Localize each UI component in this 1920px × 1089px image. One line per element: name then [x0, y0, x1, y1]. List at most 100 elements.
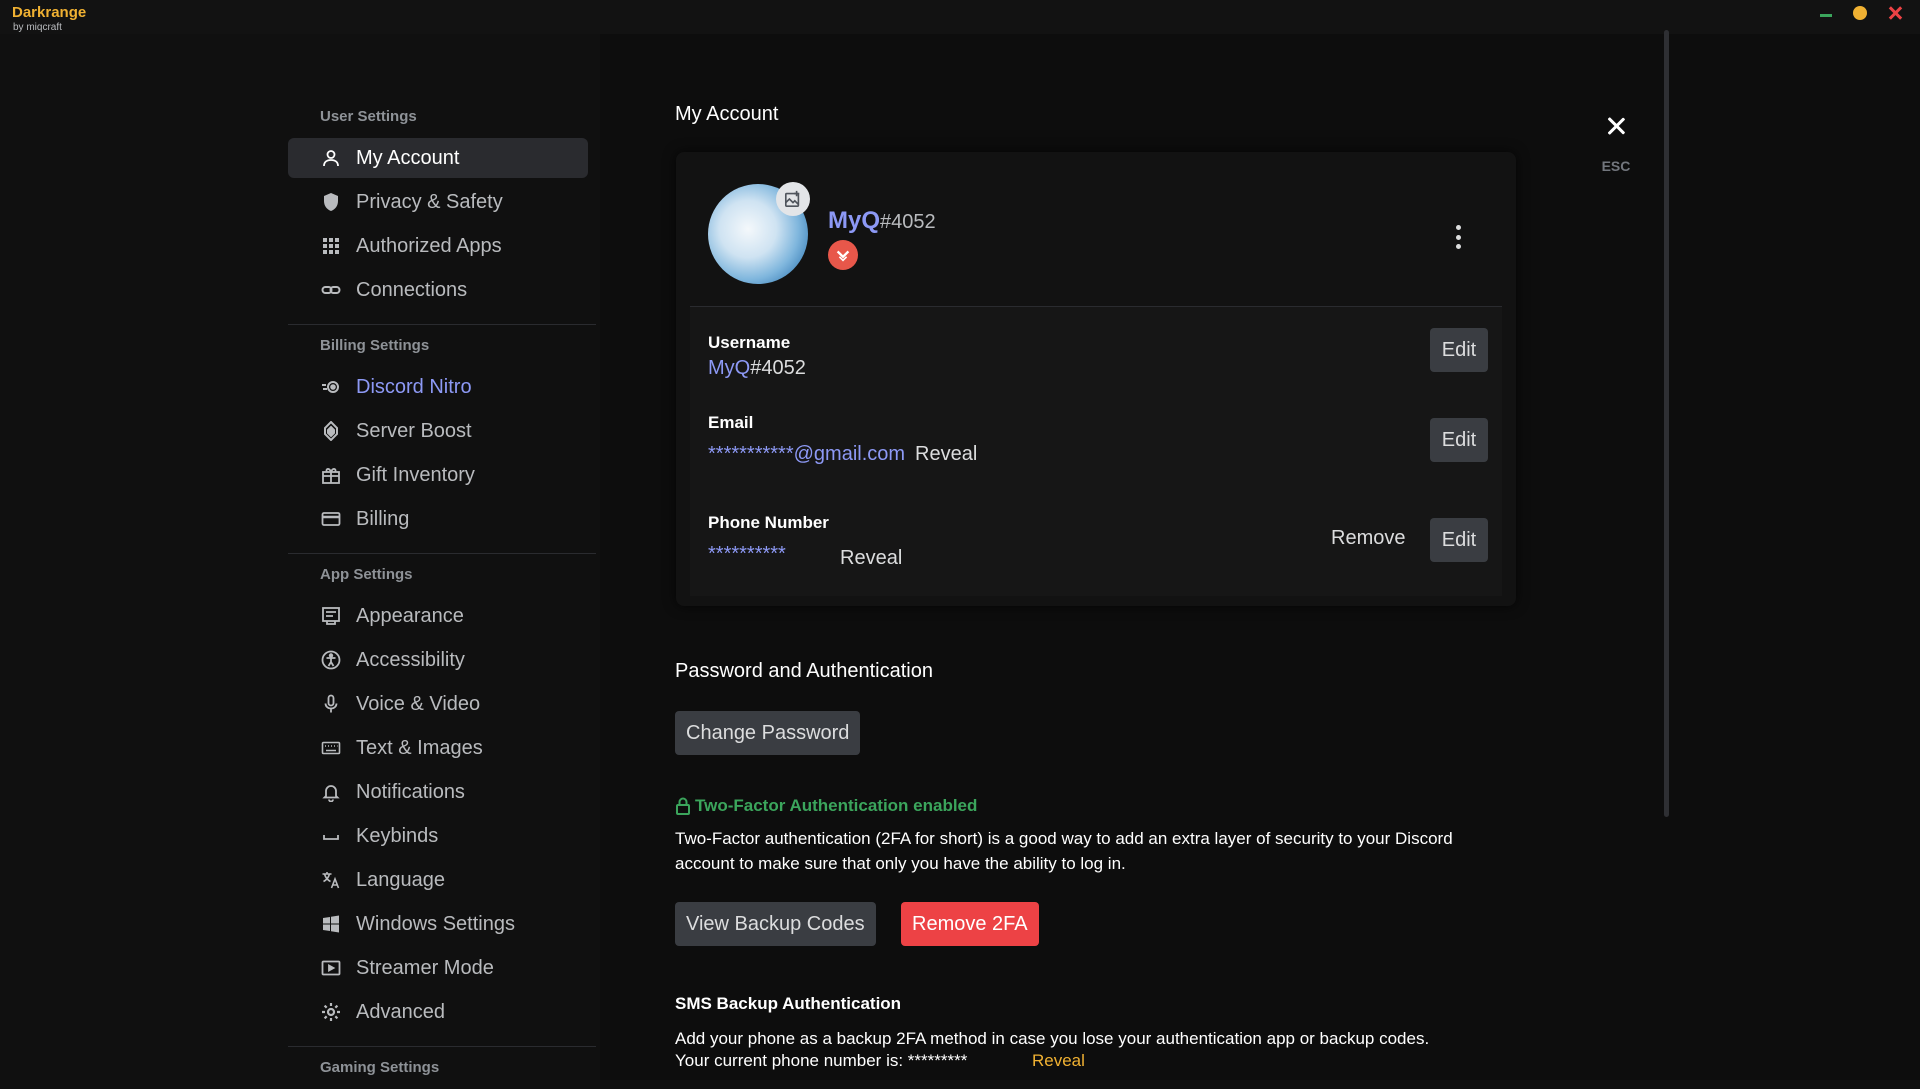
sidebar-item-authorized-apps[interactable]: Authorized Apps	[288, 226, 588, 266]
phone-value: **********	[708, 543, 786, 565]
sidebar-item-label: My Account	[356, 146, 460, 169]
sms-backup-title: SMS Backup Authentication	[675, 994, 902, 1013]
boost-icon	[320, 420, 342, 442]
sidebar-item-advanced[interactable]: Advanced	[288, 992, 588, 1032]
more-options-button[interactable]	[1446, 222, 1470, 252]
app-title: Darkrange	[12, 4, 87, 21]
esc-label: ESC	[1601, 158, 1631, 174]
sidebar-item-label: Voice & Video	[356, 692, 481, 715]
section-title-user-settings: User Settings	[320, 108, 417, 125]
page-title: My Account	[675, 103, 779, 125]
sidebar-item-appearance[interactable]: Appearance	[288, 596, 588, 636]
sidebar-item-label: Connections	[356, 278, 468, 301]
windows-icon	[320, 913, 342, 935]
sidebar-item-voice-video[interactable]: Voice & Video	[288, 684, 588, 724]
window-close-button[interactable]	[1888, 6, 1902, 20]
minimize-button[interactable]	[1819, 6, 1833, 20]
tfa-description: Two-Factor authentication (2FA for short…	[675, 829, 1453, 873]
edit-username-button[interactable]: Edit	[1430, 328, 1488, 372]
tfa-status: Two-Factor Authentication enabled	[675, 796, 977, 816]
edit-avatar-button[interactable]	[776, 182, 810, 216]
tfa-status-text: Two-Factor Authentication enabled	[695, 796, 978, 815]
edit-email-button[interactable]: Edit	[1430, 418, 1488, 462]
bell-icon	[320, 781, 342, 803]
sidebar-item-language[interactable]: Language	[288, 860, 588, 900]
sidebar-item-server-boost[interactable]: Server Boost	[288, 411, 588, 451]
section-title-app-settings: App Settings	[320, 566, 413, 583]
sidebar-item-label: Billing	[356, 507, 410, 530]
sidebar-item-notifications[interactable]: Notifications	[288, 772, 588, 812]
account-card: MyQ#4052 Username MyQ#4052 Edit Email **…	[676, 152, 1516, 606]
microphone-icon	[320, 693, 342, 715]
profile-username: MyQ	[828, 207, 881, 234]
sidebar-item-label: Keybinds	[356, 824, 439, 847]
chevron-down-icon	[836, 250, 850, 262]
sms-phone-text: Your current phone number is: *********	[675, 1051, 968, 1070]
grid-icon	[320, 235, 342, 257]
maximize-button[interactable]	[1853, 6, 1867, 20]
section-title-billing-settings: Billing Settings	[320, 337, 430, 354]
keyboard-icon	[320, 737, 342, 759]
sidebar-item-label: Discord Nitro	[356, 375, 472, 398]
credit-card-icon	[320, 508, 342, 530]
sidebar-item-label: Gift Inventory	[356, 463, 475, 486]
username-value: MyQ#4052	[708, 357, 806, 379]
sidebar-item-streamer-mode[interactable]: Streamer Mode	[288, 948, 588, 988]
reveal-phone-link[interactable]: Reveal	[840, 547, 902, 570]
settings-sidebar: User Settings My Account Privacy & Safet…	[288, 96, 596, 1089]
sidebar-item-billing[interactable]: Billing	[288, 499, 588, 539]
sidebar-item-label: Authorized Apps	[356, 234, 502, 257]
user-icon	[320, 147, 342, 169]
account-fields: Username MyQ#4052 Edit Email ***********…	[690, 306, 1502, 596]
change-password-button[interactable]: Change Password	[675, 711, 861, 755]
sidebar-item-label: Notifications	[356, 780, 465, 803]
sidebar-item-label: Privacy & Safety	[356, 190, 503, 213]
sidebar-item-discord-nitro[interactable]: Discord Nitro	[288, 367, 588, 407]
gift-icon	[320, 464, 342, 486]
sidebar-item-windows-settings[interactable]: Windows Settings	[288, 904, 588, 944]
sidebar-item-gift-inventory[interactable]: Gift Inventory	[288, 455, 588, 495]
hypesquad-badge[interactable]	[828, 240, 858, 270]
image-add-icon	[784, 190, 800, 208]
email-value: ***********@gmail.com	[708, 443, 906, 465]
sidebar-divider	[288, 324, 596, 325]
remove-2fa-button[interactable]: Remove 2FA	[901, 902, 1039, 946]
reveal-email-link[interactable]: Reveal	[915, 443, 977, 466]
sidebar-item-privacy-safety[interactable]: Privacy & Safety	[288, 182, 588, 222]
close-settings-button[interactable]	[1598, 110, 1634, 146]
sidebar-item-keybinds[interactable]: Keybinds	[288, 816, 588, 856]
email-label: Email	[708, 413, 754, 432]
sidebar-divider	[288, 1046, 596, 1047]
sidebar-item-label: Text & Images	[356, 736, 483, 759]
sms-reveal-link[interactable]: Reveal	[1032, 1051, 1085, 1071]
sidebar-item-connections[interactable]: Connections	[288, 270, 588, 310]
avatar-wrapper	[708, 182, 810, 284]
sidebar-item-my-account[interactable]: My Account	[288, 138, 588, 178]
scrollbar[interactable]	[1664, 30, 1669, 817]
sidebar-divider	[288, 553, 596, 554]
remove-phone-link[interactable]: Remove	[1331, 527, 1405, 550]
profile-name: MyQ#4052	[828, 207, 936, 235]
edit-phone-button[interactable]: Edit	[1430, 518, 1488, 562]
sidebar-item-label: Appearance	[356, 604, 464, 627]
sidebar-item-accessibility[interactable]: Accessibility	[288, 640, 588, 680]
sidebar-item-label: Advanced	[356, 1000, 445, 1023]
accessibility-icon	[320, 649, 342, 671]
keybind-icon	[320, 825, 342, 847]
shield-icon	[320, 191, 342, 213]
sidebar-item-label: Server Boost	[356, 419, 472, 442]
sidebar-item-text-images[interactable]: Text & Images	[288, 728, 588, 768]
palette-icon	[320, 605, 342, 627]
phone-label: Phone Number	[708, 513, 829, 532]
sms-backup-description: Add your phone as a backup 2FA method in…	[675, 1029, 1430, 1048]
stream-icon	[320, 957, 342, 979]
link-icon	[320, 279, 342, 301]
gear-icon	[320, 1001, 342, 1023]
title-bar: Darkrange by miqcraft	[0, 0, 1920, 34]
sidebar-item-label: Windows Settings	[356, 912, 515, 935]
translate-icon	[320, 869, 342, 891]
nitro-icon	[320, 376, 342, 398]
app-subtitle: by miqcraft	[13, 22, 62, 33]
sidebar-item-label: Accessibility	[356, 648, 465, 671]
view-backup-codes-button[interactable]: View Backup Codes	[675, 902, 876, 946]
